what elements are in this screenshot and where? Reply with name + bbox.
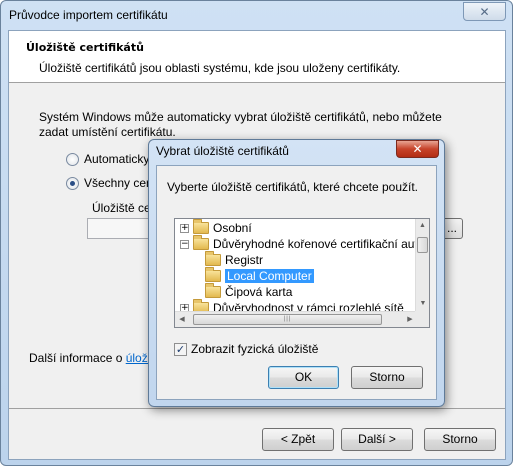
tree-item-label: Local Computer: [225, 269, 314, 283]
folder-icon: [205, 267, 221, 282]
wizard-close-button[interactable]: ✕: [463, 2, 506, 21]
wizard-header: Úložiště certifikátů Úložiště certifikát…: [9, 31, 505, 83]
folder-icon: [205, 283, 221, 298]
tree-item[interactable]: Local Computer: [205, 267, 314, 284]
divider: [9, 408, 505, 409]
next-button[interactable]: Další >: [341, 428, 413, 451]
horizontal-scrollbar[interactable]: ◀ ||| ▶: [175, 311, 417, 327]
scroll-down-icon[interactable]: ▼: [416, 297, 429, 311]
dialog-title: Vybrat úložiště certifikátů: [156, 144, 289, 158]
checkbox[interactable]: ✓: [174, 342, 187, 356]
more-info: Další informace o úložiště: [29, 351, 166, 365]
page-title: Úložiště certifikátů: [26, 41, 144, 54]
folder-icon: [205, 251, 221, 266]
wizard-title: Průvodce importem certifikátu: [9, 8, 168, 22]
tree-item-label: Registr: [225, 253, 264, 267]
scroll-corner: [415, 311, 429, 327]
collapse-icon[interactable]: −: [180, 239, 189, 249]
folder-icon: [193, 219, 209, 234]
show-physical-stores[interactable]: ✓ Zobrazit fyzická úložiště: [174, 342, 318, 356]
folder-icon: [193, 235, 209, 250]
tree-item-label: Čipová karta: [225, 285, 293, 299]
dialog-close-button[interactable]: ✕: [396, 140, 439, 158]
scroll-up-icon[interactable]: ▲: [416, 219, 429, 233]
radio-all-certificates[interactable]: Všechny cert: [66, 175, 153, 191]
radio-button-checked[interactable]: [66, 176, 79, 190]
back-button[interactable]: < Zpět: [262, 428, 334, 451]
description-text: Systém Windows může automaticky vybrat ú…: [39, 110, 442, 139]
radio-all-label: Všechny cert: [84, 176, 154, 190]
dialog-cancel-button[interactable]: Storno: [351, 366, 423, 389]
close-icon: ✕: [412, 142, 423, 156]
select-store-dialog: Vybrat úložiště certifikátů ✕ Vyberte úl…: [148, 139, 445, 407]
cancel-button[interactable]: Storno: [424, 428, 496, 451]
scroll-left-icon[interactable]: ◀: [175, 312, 189, 327]
dialog-client-area: Vyberte úložiště certifikátů, které chce…: [156, 165, 437, 400]
radio-auto-select[interactable]: Automaticky v: [66, 151, 159, 167]
tree-item[interactable]: − Důvěryhodné kořenové certifikační autor: [180, 235, 429, 252]
tree-item[interactable]: Registr: [205, 251, 264, 268]
store-tree[interactable]: + Osobní − Důvěryhodné kořenové certifikačn…: [174, 218, 430, 328]
tree-item[interactable]: + Osobní: [180, 219, 252, 236]
tree-item-label: Osobní: [213, 221, 252, 235]
ok-button[interactable]: OK: [268, 366, 339, 389]
page-subtitle: Úložiště certifikátů jsou oblasti systém…: [39, 61, 401, 75]
more-info-text: Další informace o: [29, 351, 126, 365]
close-icon: ✕: [479, 4, 490, 19]
checkbox-label: Zobrazit fyzická úložiště: [191, 342, 319, 356]
expand-icon[interactable]: +: [180, 223, 189, 233]
dialog-instruction: Vyberte úložiště certifikátů, které chce…: [167, 180, 419, 194]
vertical-scrollbar[interactable]: ▲ ▼: [415, 219, 429, 311]
tree-item-label: Důvěryhodné kořenové certifikační autor: [213, 237, 429, 251]
scroll-thumb[interactable]: [417, 237, 428, 253]
radio-button[interactable]: [66, 152, 79, 166]
tree-item[interactable]: Čipová karta: [205, 283, 293, 300]
scroll-thumb-horizontal[interactable]: |||: [193, 314, 382, 325]
